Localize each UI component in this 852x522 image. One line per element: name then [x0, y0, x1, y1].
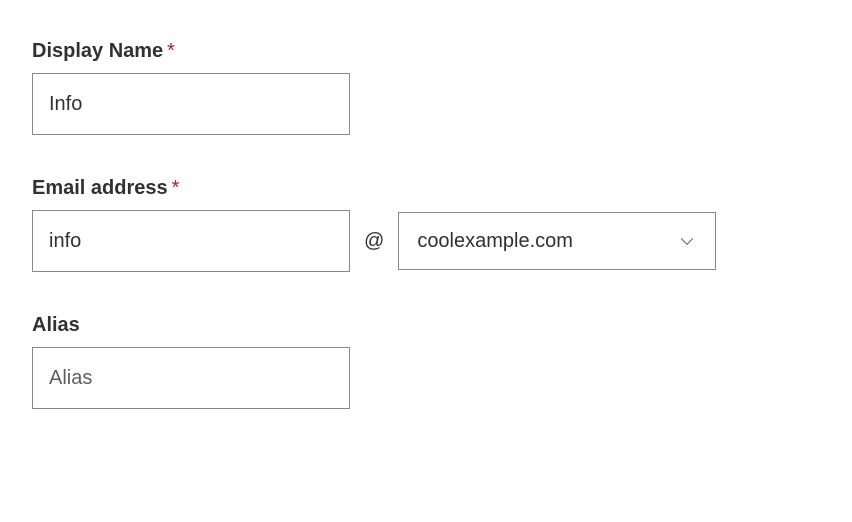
email-address-label: Email address	[32, 177, 168, 200]
required-asterisk: *	[172, 177, 180, 199]
display-name-input[interactable]	[32, 73, 350, 135]
email-localpart-input[interactable]	[32, 210, 350, 272]
email-address-field-group: Email address* @ coolexample.com	[32, 177, 820, 272]
required-asterisk: *	[167, 40, 175, 62]
email-address-label-row: Email address*	[32, 177, 820, 210]
display-name-label: Display Name	[32, 40, 163, 63]
display-name-field-group: Display Name*	[32, 40, 820, 135]
at-symbol: @	[364, 230, 384, 253]
chevron-down-icon	[677, 231, 697, 251]
alias-input[interactable]	[32, 347, 350, 409]
email-domain-select[interactable]: coolexample.com	[398, 212, 716, 270]
email-input-row: @ coolexample.com	[32, 210, 820, 272]
alias-field-group: Alias	[32, 314, 820, 409]
email-domain-selected-text: coolexample.com	[417, 230, 573, 253]
alias-label: Alias	[32, 314, 80, 337]
display-name-label-row: Display Name*	[32, 40, 820, 73]
alias-label-row: Alias	[32, 314, 820, 347]
